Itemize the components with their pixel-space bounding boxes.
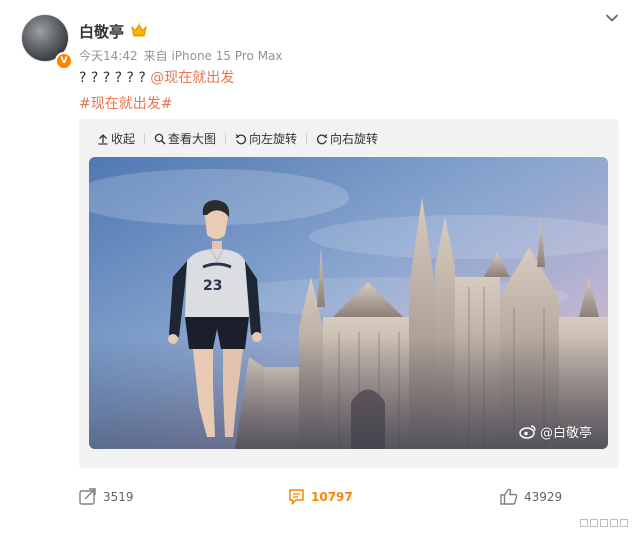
username[interactable]: 白敬亭 bbox=[79, 21, 124, 42]
corner-square bbox=[610, 519, 618, 527]
comment-icon bbox=[289, 489, 304, 505]
like-button[interactable]: 43929 bbox=[500, 488, 562, 505]
collapse-icon bbox=[98, 133, 108, 145]
media-card: 收起 查看大图 向左旋转 向右旋转 23 @白敬亭 bbox=[79, 119, 619, 468]
search-icon bbox=[154, 133, 166, 144]
hashtag-link[interactable]: #现在就出发# bbox=[79, 93, 172, 113]
like-count: 43929 bbox=[524, 489, 563, 504]
divider bbox=[144, 133, 146, 144]
post-text-line: ? ? ? ? ? ? @现在就出发 bbox=[79, 67, 234, 87]
media-toolbar: 收起 查看大图 向左旋转 向右旋转 bbox=[97, 130, 378, 147]
crown-icon[interactable] bbox=[130, 22, 148, 38]
divider bbox=[225, 133, 227, 144]
collapse-label: 收起 bbox=[111, 132, 136, 146]
corner-square bbox=[620, 519, 628, 527]
repost-icon bbox=[79, 488, 96, 505]
corner-square bbox=[600, 519, 608, 527]
post-meta: 今天14:42 来自 iPhone 15 Pro Max bbox=[79, 47, 283, 64]
rotate-right-button[interactable]: 向右旋转 bbox=[316, 130, 378, 147]
rotate-left-button[interactable]: 向左旋转 bbox=[235, 130, 297, 147]
collapse-button[interactable]: 收起 bbox=[97, 130, 135, 147]
rotate-left-label: 向左旋转 bbox=[249, 132, 298, 146]
device-source: iPhone 15 Pro Max bbox=[171, 49, 283, 63]
repost-button[interactable]: 3519 bbox=[79, 488, 134, 505]
post-text: ? ? ? ? ? ? bbox=[79, 70, 146, 86]
photo-illustration: 23 bbox=[89, 157, 608, 449]
post-photo[interactable]: 23 @白敬亭 bbox=[89, 157, 608, 449]
verified-badge: V bbox=[55, 52, 73, 70]
weibo-logo-icon bbox=[519, 425, 536, 439]
view-large-label: 查看大图 bbox=[168, 132, 217, 146]
repost-count: 3519 bbox=[103, 489, 134, 504]
divider bbox=[306, 133, 308, 144]
photo-watermark: @白敬亭 bbox=[519, 422, 592, 441]
chevron-down-icon[interactable] bbox=[604, 10, 620, 26]
comment-button[interactable]: 10797 bbox=[288, 488, 353, 505]
thumbs-up-icon bbox=[500, 488, 518, 505]
rotate-right-label: 向右旋转 bbox=[330, 132, 379, 146]
source-prefix: 来自 bbox=[143, 49, 168, 63]
mention-link[interactable]: @现在就出发 bbox=[150, 70, 234, 86]
rotate-right-icon bbox=[316, 133, 328, 144]
corner-square bbox=[590, 519, 598, 527]
corner-decoration bbox=[580, 519, 628, 527]
view-large-button[interactable]: 查看大图 bbox=[154, 130, 216, 147]
svg-text:23: 23 bbox=[203, 278, 222, 294]
rotate-left-icon bbox=[235, 133, 247, 144]
corner-square bbox=[580, 519, 588, 527]
watermark-text: @白敬亭 bbox=[539, 426, 592, 441]
comment-count: 10797 bbox=[311, 489, 353, 504]
post-time[interactable]: 今天14:42 bbox=[79, 49, 138, 63]
